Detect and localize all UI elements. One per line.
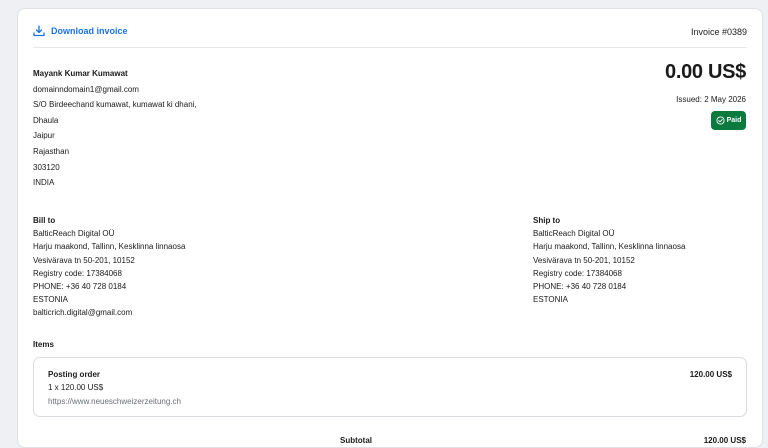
items-heading: Items [33, 340, 54, 349]
check-circle-icon [716, 116, 725, 125]
item-quantity: 1 x 120.00 US$ [48, 383, 104, 392]
ship-to-line2: Vesivärava tn 50-201, 10152 [533, 255, 635, 265]
sender-line1: S/O Birdeechand kumawat, kumawat ki dhan… [33, 100, 197, 110]
sender-city: Jaipur [33, 131, 55, 141]
sender-name: Mayank Kumar Kumawat [33, 69, 128, 78]
list-item: Posting order 1 x 120.00 US$ https://www… [33, 357, 747, 417]
sender-email: domainndomain1@gmail.com [33, 84, 139, 94]
item-price: 120.00 US$ [689, 370, 732, 379]
download-icon [33, 25, 45, 37]
bill-to-line1: Harju maakond, Tallinn, Kesklinna linnao… [33, 242, 186, 252]
ship-to-phone: PHONE: +36 40 728 0184 [533, 282, 627, 292]
ship-to-address: Ship to BalticReach Digital OÜ Harju maa… [533, 214, 685, 306]
issued-date: Issued: 2 May 2026 [676, 95, 746, 104]
sender-zip: 303120 [33, 162, 60, 172]
bill-to-phone: PHONE: +36 40 728 0184 [33, 282, 127, 292]
invoice-total: 0.00 US$ [665, 61, 746, 83]
bill-to-country: ESTONIA [33, 295, 68, 305]
ship-to-registry: Registry code: 17384068 [533, 268, 622, 278]
ship-to-country: ESTONIA [533, 295, 568, 305]
item-title: Posting order [48, 370, 101, 379]
bill-to-heading: Bill to [33, 216, 56, 225]
download-invoice-label: Download invoice [51, 26, 128, 36]
ship-to-line1: Harju maakond, Tallinn, Kesklinna linnao… [533, 242, 686, 252]
invoice-card: Download invoice Invoice #0389 Mayank Ku… [17, 8, 763, 448]
subtotal-value: 120.00 US$ [703, 436, 746, 445]
invoice-header: Download invoice Invoice #0389 [33, 9, 747, 48]
ship-to-heading: Ship to [533, 216, 561, 225]
download-invoice-button[interactable]: Download invoice [33, 25, 128, 37]
sender-address: Mayank Kumar Kumawat domainndomain1@gmai… [33, 66, 197, 191]
sender-line2: Dhaula [33, 115, 59, 125]
bill-to-address: Bill to BalticReach Digital OÜ Harju maa… [33, 214, 185, 320]
status-label: Paid [726, 117, 742, 124]
invoice-number: Invoice #0389 [690, 27, 747, 37]
sender-country: INDIA [33, 178, 55, 188]
bill-to-email: balticrich.digital@gmail.com [33, 308, 133, 318]
subtotal-label: Subtotal [340, 436, 372, 445]
sender-state: Rajasthan [33, 146, 70, 156]
status-badge: Paid [711, 111, 746, 130]
bill-to-registry: Registry code: 17384068 [33, 268, 122, 278]
bill-to-company: BalticReach Digital OÜ [33, 229, 115, 239]
item-url[interactable]: https://www.neueschweizerzeitung.ch [48, 397, 181, 406]
bill-to-line2: Vesivärava tn 50-201, 10152 [33, 255, 135, 265]
ship-to-company: BalticReach Digital OÜ [533, 229, 615, 239]
